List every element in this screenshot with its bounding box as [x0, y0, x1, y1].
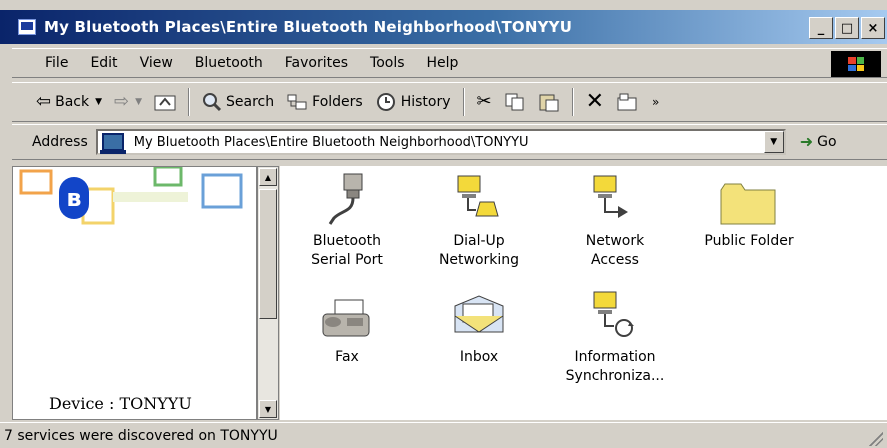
- window-icon: [18, 19, 36, 35]
- minimize-button[interactable]: _: [809, 17, 833, 39]
- menu-file[interactable]: File: [34, 55, 79, 71]
- toolbar-separator: [571, 88, 574, 116]
- address-value: My Bluetooth Places\Entire Bluetooth Nei…: [133, 134, 529, 150]
- delete-button[interactable]: ✕: [580, 86, 610, 118]
- services-view: BluetoothSerial Port Dial-UpNetworking: [280, 166, 887, 420]
- computer-icon: [99, 133, 126, 154]
- history-button[interactable]: History: [369, 86, 457, 118]
- standard-toolbar: ⇦ Back ▼ ⇨ ▼ Search Folders History ✂ ✕ …: [12, 82, 887, 122]
- forward-arrow-icon: ⇨: [114, 91, 130, 112]
- back-button[interactable]: ⇦ Back ▼: [30, 86, 108, 118]
- title-bar[interactable]: My Bluetooth Places\Entire Bluetooth Nei…: [0, 10, 887, 44]
- network-access-icon: [593, 175, 628, 218]
- copy-button[interactable]: [498, 86, 532, 118]
- service-label: Network Access: [585, 233, 645, 268]
- go-label: Go: [817, 134, 837, 150]
- address-input[interactable]: My Bluetooth Places\Entire Bluetooth Nei…: [95, 129, 786, 155]
- device-info-pane: ʙ Device : TONYYU: [12, 166, 257, 420]
- paste-button[interactable]: [532, 86, 566, 118]
- scroll-thumb[interactable]: [259, 189, 277, 319]
- folders-label: Folders: [312, 94, 363, 110]
- window-controls: _ □ ×: [809, 17, 885, 39]
- menu-bar: File Edit View Bluetooth Favorites Tools…: [12, 48, 887, 78]
- scroll-down-button[interactable]: ▼: [259, 400, 277, 418]
- service-public-folder[interactable]: Public Folder: [684, 170, 814, 251]
- paste-icon: [539, 94, 559, 112]
- service-label: Dial-Up Networking: [438, 233, 520, 268]
- scissors-icon: ✂: [476, 91, 492, 112]
- service-label: Inbox: [459, 349, 499, 365]
- status-bar: 7 services were discovered on TONYYU: [0, 422, 887, 448]
- fax-icon: [322, 299, 370, 337]
- window-title: My Bluetooth Places\Entire Bluetooth Nei…: [44, 18, 573, 36]
- history-icon: [376, 93, 395, 111]
- menu-help[interactable]: Help: [416, 55, 470, 71]
- menu-view[interactable]: View: [129, 55, 184, 71]
- cut-button[interactable]: ✂: [471, 86, 498, 118]
- explorer-window: My Bluetooth Places\Entire Bluetooth Nei…: [0, 0, 887, 448]
- properties-button[interactable]: [610, 86, 646, 118]
- service-label: Information Synchroniza...: [565, 349, 665, 384]
- folder-icon: [720, 183, 776, 225]
- status-text: 7 services were discovered on TONYYU: [4, 427, 278, 444]
- address-dropdown-button[interactable]: ▼: [763, 131, 784, 153]
- service-label: Fax: [335, 349, 359, 365]
- close-button[interactable]: ×: [861, 17, 885, 39]
- toolbar-separator: [188, 88, 191, 116]
- chevron-down-icon: ▼: [95, 97, 103, 107]
- bluetooth-banner: [19, 167, 243, 225]
- service-bluetooth-serial-port[interactable]: Bluetooth Serial Port: [282, 170, 412, 270]
- menu-tools[interactable]: Tools: [359, 55, 416, 71]
- back-label: Back: [55, 94, 90, 110]
- properties-icon: [617, 93, 637, 111]
- chevron-down-icon: ▼: [135, 97, 143, 107]
- service-inbox[interactable]: Inbox: [414, 286, 544, 367]
- menu-edit[interactable]: Edit: [79, 55, 128, 71]
- toolbar-overflow-button[interactable]: »: [646, 86, 665, 118]
- go-button[interactable]: ➜ Go: [799, 132, 837, 151]
- delete-x-icon: ✕: [585, 89, 605, 114]
- back-arrow-icon: ⇦: [36, 91, 52, 112]
- search-button[interactable]: Search: [196, 86, 280, 118]
- up-folder-icon: [154, 95, 176, 111]
- folders-button[interactable]: Folders: [280, 86, 369, 118]
- chevron-right-icon: »: [652, 95, 660, 109]
- device-label: Device : TONYYU: [49, 394, 192, 413]
- go-arrow-icon: ➜: [799, 132, 814, 151]
- service-dial-up-networking[interactable]: Dial-Up Networking: [414, 170, 544, 270]
- menu-bluetooth[interactable]: Bluetooth: [184, 55, 274, 71]
- folders-icon: [287, 94, 307, 110]
- address-bar: Address My Bluetooth Places\Entire Bluet…: [12, 124, 887, 160]
- service-fax[interactable]: Fax: [282, 286, 412, 367]
- service-label: Public Folder: [704, 233, 794, 249]
- windows-logo-icon: [831, 51, 881, 77]
- sync-icon: [593, 291, 634, 337]
- resize-grip-icon[interactable]: [869, 432, 883, 446]
- forward-button[interactable]: ⇨ ▼: [108, 86, 148, 118]
- service-label: Bluetooth Serial Port: [311, 233, 383, 268]
- copy-icon: [505, 93, 524, 111]
- service-information-synchronization[interactable]: Information Synchroniza...: [550, 286, 680, 386]
- address-label: Address: [32, 134, 88, 150]
- search-label: Search: [226, 94, 275, 110]
- inbox-icon: [454, 295, 504, 333]
- bluetooth-icon: ʙ: [59, 177, 89, 219]
- left-pane-scrollbar[interactable]: ▲ ▼: [257, 166, 279, 420]
- service-network-access[interactable]: Network Access: [550, 170, 680, 270]
- up-button[interactable]: [148, 86, 182, 118]
- scroll-up-button[interactable]: ▲: [259, 168, 277, 186]
- search-icon: [203, 93, 222, 112]
- menu-favorites[interactable]: Favorites: [274, 55, 359, 71]
- toolbar-separator: [462, 88, 465, 116]
- maximize-button[interactable]: □: [835, 17, 859, 39]
- history-label: History: [400, 94, 451, 110]
- serial-port-icon: [328, 173, 363, 225]
- dial-up-icon: [457, 175, 499, 217]
